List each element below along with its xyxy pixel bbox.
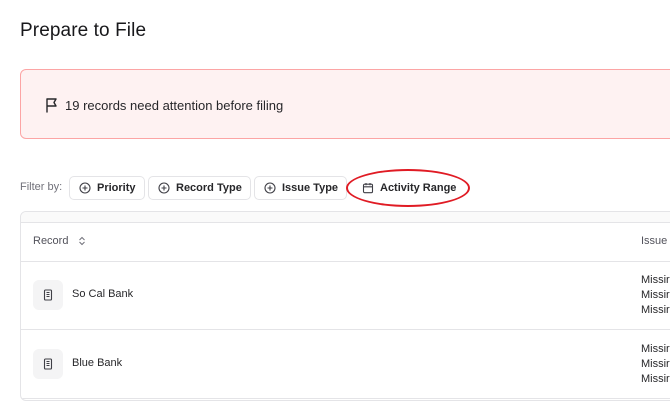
issue-list: Missir Missir Missir [641,273,670,318]
column-header-record[interactable]: Record [33,235,86,247]
filter-issue-type-button[interactable]: Issue Type [254,176,348,200]
filter-label: Filter by: [20,181,63,193]
calendar-icon [362,182,374,194]
sort-icon[interactable] [78,236,86,246]
bank-icon [33,280,63,310]
issue-item: Missir [641,343,670,355]
filter-record-type-button[interactable]: Record Type [148,176,251,200]
filter-priority-button[interactable]: Priority [69,176,145,200]
column-header-record-label: Record [33,235,69,247]
table-header: Record Issue [21,222,670,262]
filter-activity-range-button[interactable]: Activity Range [352,176,466,200]
plus-circle-icon [264,182,276,194]
table-row[interactable]: Blue Bank Missir Missir Missir [21,330,670,399]
plus-circle-icon [79,182,91,194]
issue-list: Missir Missir Missir [641,342,670,387]
records-table: Record Issue So Cal Bank Missir Missir M… [20,211,670,401]
issue-item: Missir [641,373,670,385]
column-header-issue[interactable]: Issue [641,235,667,247]
attention-alert: 19 records need attention before filing [20,69,670,139]
table-row[interactable]: So Cal Bank Missir Missir Missir [21,261,670,330]
filter-record-type-label: Record Type [176,182,242,194]
issue-item: Missir [641,304,670,316]
issue-item: Missir [641,358,670,370]
plus-circle-icon [158,182,170,194]
alert-message: 19 records need attention before filing [65,98,284,113]
flag-icon [45,97,59,113]
record-name[interactable]: So Cal Bank [72,288,133,300]
page-title: Prepare to File [20,20,147,41]
issue-item: Missir [641,289,670,301]
table-top-band [21,212,670,222]
record-name[interactable]: Blue Bank [72,357,122,369]
filter-activity-range-label: Activity Range [380,182,457,194]
issue-item: Missir [641,274,670,286]
bank-icon [33,349,63,379]
filter-issue-type-label: Issue Type [282,182,339,194]
filter-priority-label: Priority [97,182,136,194]
